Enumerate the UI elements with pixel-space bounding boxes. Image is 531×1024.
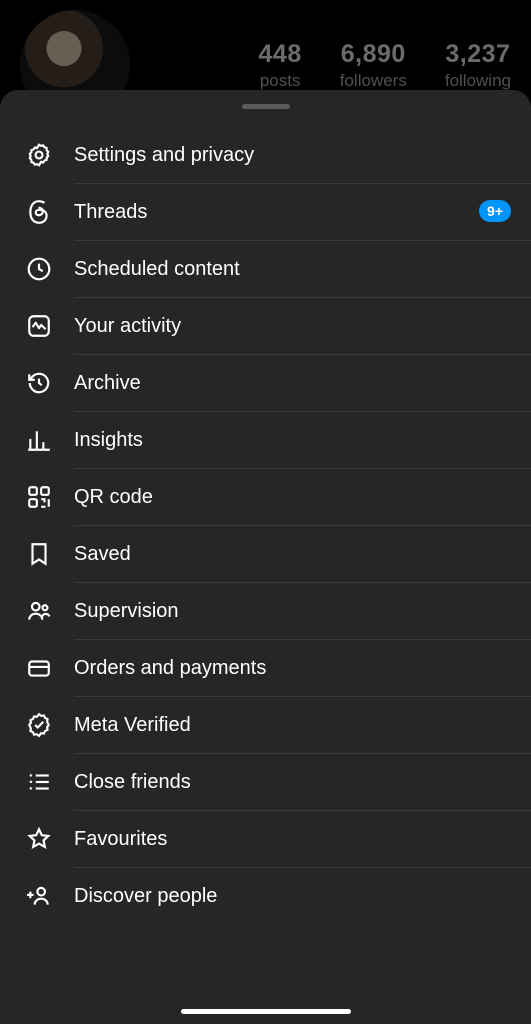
menu-item-verified[interactable]: Meta Verified — [0, 697, 531, 753]
menu-item-qrcode[interactable]: QR code — [0, 469, 531, 525]
badge-container: 9+ — [479, 203, 511, 221]
menu-item-label: Insights — [74, 429, 511, 452]
stat-followers-count: 6,890 — [340, 40, 407, 69]
menu-list: Settings and privacy Threads 9+ Schedule… — [0, 127, 531, 924]
home-indicator[interactable] — [181, 1009, 351, 1014]
menu-item-close-friends[interactable]: Close friends — [0, 754, 531, 810]
stat-followers-label: followers — [340, 71, 407, 91]
discover-people-icon — [24, 881, 54, 911]
menu-item-discover[interactable]: Discover people — [0, 868, 531, 924]
menu-item-label: Scheduled content — [74, 258, 511, 281]
insights-icon — [24, 425, 54, 455]
profile-menu-screen: 448 posts 6,890 followers 3,237 followin… — [0, 0, 531, 1024]
menu-item-activity[interactable]: Your activity — [0, 298, 531, 354]
stat-posts[interactable]: 448 posts — [259, 40, 302, 91]
menu-item-label: Meta Verified — [74, 714, 511, 737]
supervision-icon — [24, 596, 54, 626]
stat-posts-count: 448 — [259, 40, 302, 69]
clock-icon — [24, 254, 54, 284]
sheet-grabber[interactable] — [242, 104, 290, 109]
menu-item-label: Discover people — [74, 885, 511, 908]
menu-item-label: Threads — [74, 201, 479, 224]
profile-stats: 448 posts 6,890 followers 3,237 followin… — [259, 40, 511, 91]
qrcode-icon — [24, 482, 54, 512]
archive-icon — [24, 368, 54, 398]
close-friends-icon — [24, 767, 54, 797]
menu-bottom-sheet[interactable]: Settings and privacy Threads 9+ Schedule… — [0, 90, 531, 1024]
menu-item-label: Supervision — [74, 600, 511, 623]
notification-badge: 9+ — [479, 200, 511, 222]
menu-item-label: Settings and privacy — [74, 144, 511, 167]
menu-item-label: Orders and payments — [74, 657, 511, 680]
stat-followers[interactable]: 6,890 followers — [340, 40, 407, 91]
menu-item-scheduled[interactable]: Scheduled content — [0, 241, 531, 297]
menu-item-supervision[interactable]: Supervision — [0, 583, 531, 639]
menu-item-threads[interactable]: Threads 9+ — [0, 184, 531, 240]
menu-item-favourites[interactable]: Favourites — [0, 811, 531, 867]
stat-following[interactable]: 3,237 following — [445, 40, 511, 91]
stat-posts-label: posts — [259, 71, 302, 91]
threads-icon — [24, 197, 54, 227]
menu-item-label: Archive — [74, 372, 511, 395]
star-icon — [24, 824, 54, 854]
menu-item-label: Your activity — [74, 315, 511, 338]
gear-icon — [24, 140, 54, 170]
card-icon — [24, 653, 54, 683]
menu-item-insights[interactable]: Insights — [0, 412, 531, 468]
bookmark-icon — [24, 539, 54, 569]
activity-icon — [24, 311, 54, 341]
menu-item-settings[interactable]: Settings and privacy — [0, 127, 531, 183]
stat-following-count: 3,237 — [445, 40, 511, 69]
stat-following-label: following — [445, 71, 511, 91]
menu-item-label: Saved — [74, 543, 511, 566]
menu-item-orders[interactable]: Orders and payments — [0, 640, 531, 696]
menu-item-label: Close friends — [74, 771, 511, 794]
menu-item-saved[interactable]: Saved — [0, 526, 531, 582]
menu-item-label: Favourites — [74, 828, 511, 851]
menu-item-label: QR code — [74, 486, 511, 509]
verified-icon — [24, 710, 54, 740]
menu-item-archive[interactable]: Archive — [0, 355, 531, 411]
